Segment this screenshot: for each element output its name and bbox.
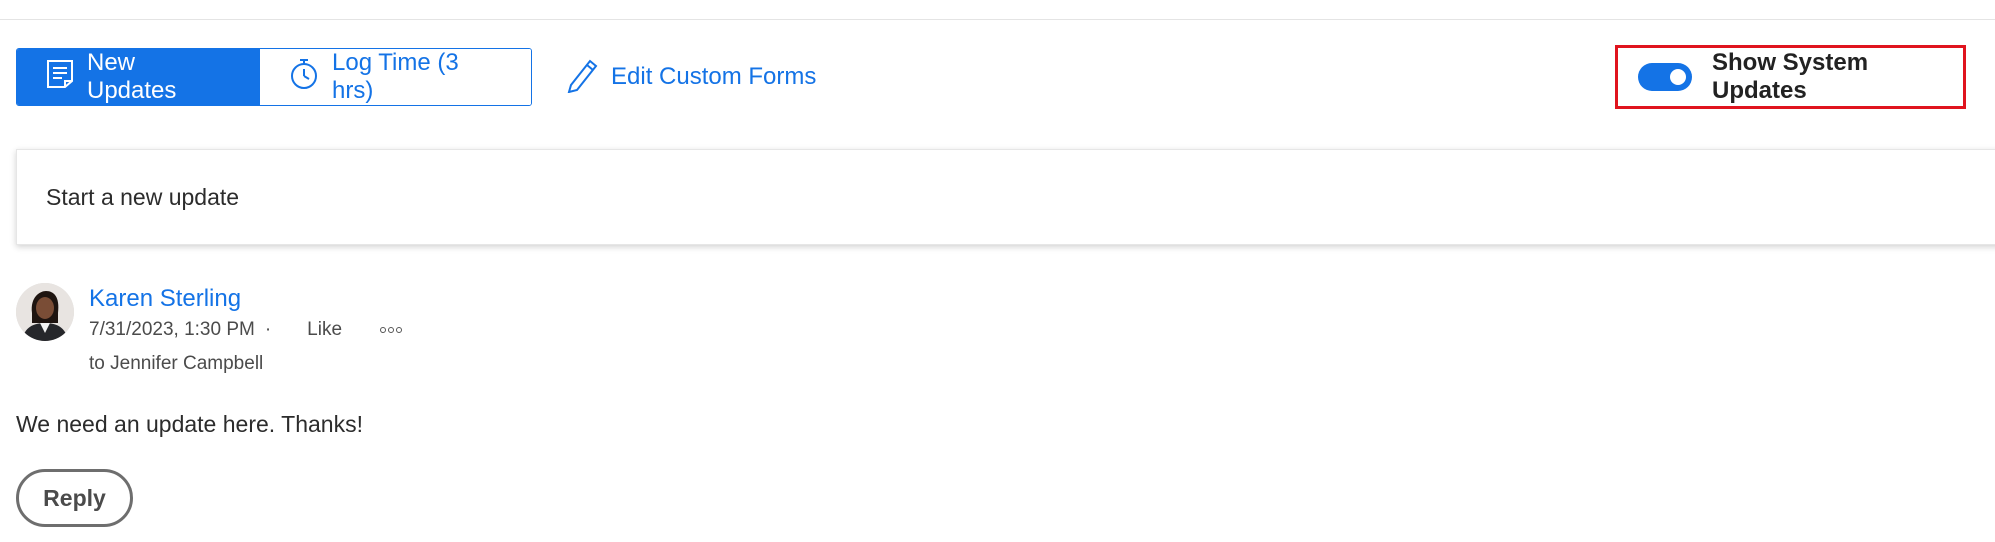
toggle-knob	[1670, 69, 1686, 85]
meta-separator: ·	[264, 319, 272, 340]
show-system-updates-label: Show System Updates	[1712, 49, 1869, 104]
show-system-updates-control: Show System Updates	[1615, 45, 1966, 109]
post-timestamp: 7/31/2023, 1:30 PM	[89, 319, 255, 340]
updates-panel: New Updates Log Time (3 hrs) Edit Custom…	[0, 0, 1995, 542]
avatar[interactable]	[16, 283, 74, 341]
reply-button[interactable]: Reply	[16, 469, 133, 527]
log-time-button[interactable]: Log Time (3 hrs)	[259, 49, 531, 105]
like-button[interactable]: Like	[307, 319, 342, 341]
show-system-updates-toggle[interactable]	[1638, 63, 1692, 91]
edit-custom-forms-label: Edit Custom Forms	[611, 63, 817, 90]
divider	[0, 19, 1995, 20]
new-updates-label: New Updates	[87, 49, 177, 104]
note-icon	[45, 58, 75, 97]
more-options-icon[interactable]	[380, 327, 403, 333]
new-updates-button[interactable]: New Updates	[17, 49, 259, 105]
new-update-input[interactable]: Start a new update	[16, 149, 1995, 245]
pencil-icon	[563, 55, 599, 100]
post-meta: 7/31/2023, 1:30 PM · Like	[89, 318, 403, 342]
post-body: We need an update here. Thanks!	[16, 411, 363, 437]
update-mode-toggle: New Updates Log Time (3 hrs)	[16, 48, 532, 106]
post-recipient: to Jennifer Campbell	[89, 353, 264, 374]
composer-placeholder: Start a new update	[46, 183, 240, 210]
edit-custom-forms-link[interactable]: Edit Custom Forms	[563, 56, 816, 98]
log-time-label: Log Time (3 hrs)	[332, 49, 459, 104]
post-author[interactable]: Karen Sterling	[89, 285, 241, 313]
stopwatch-icon	[288, 57, 320, 98]
